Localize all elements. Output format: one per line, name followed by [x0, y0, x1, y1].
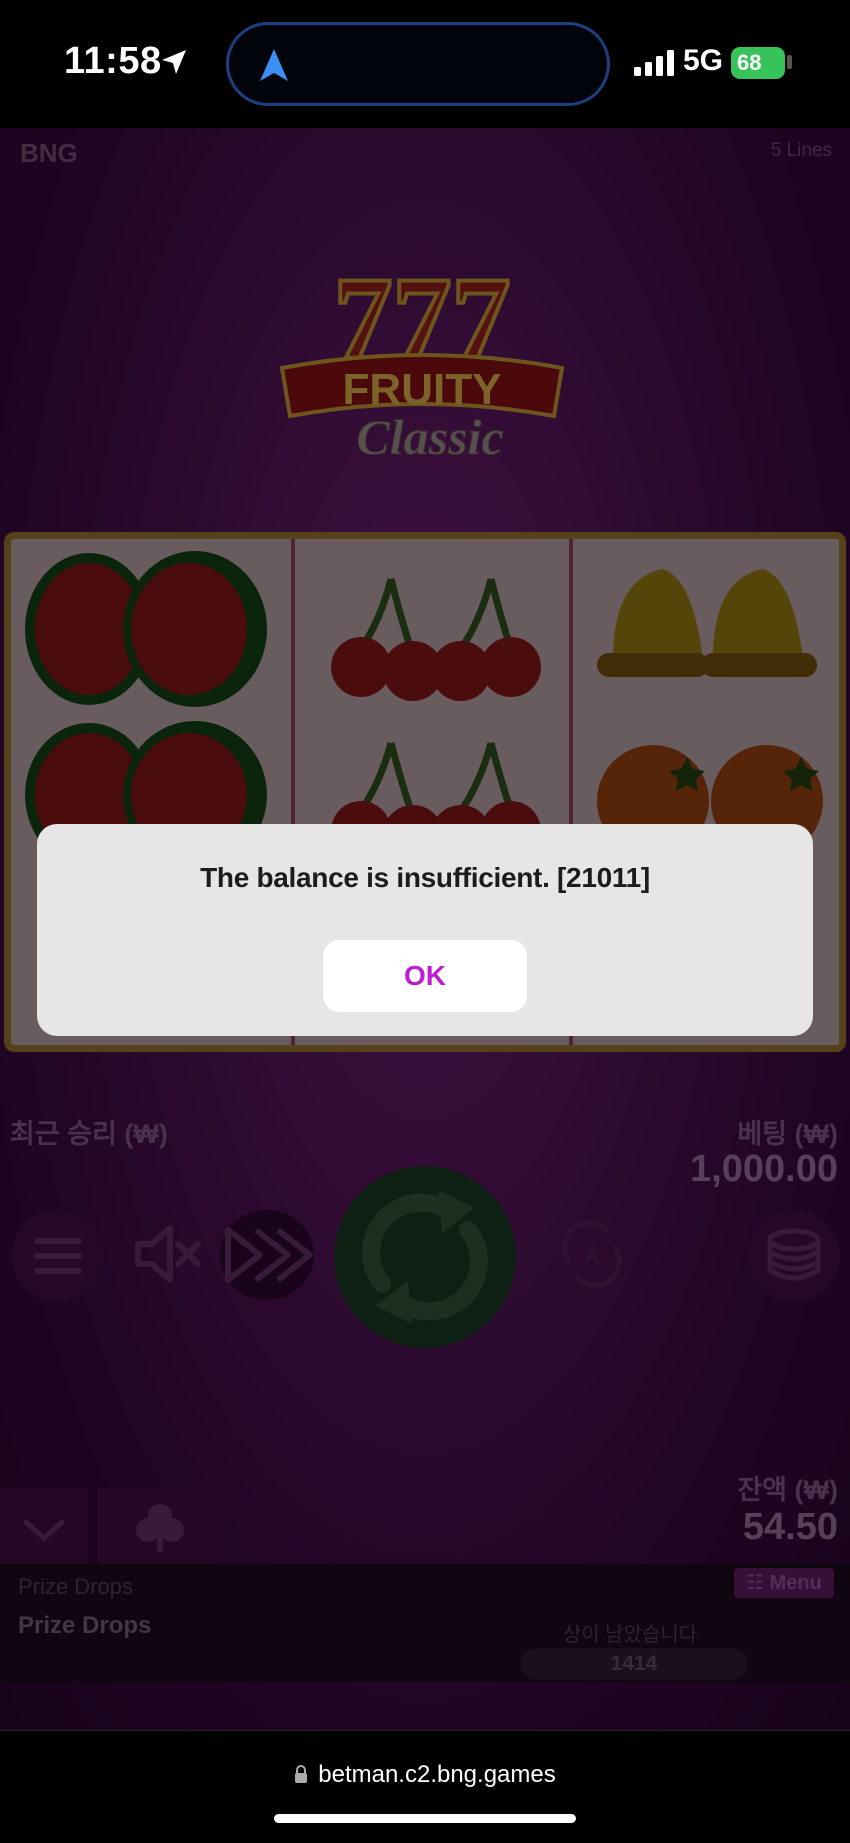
clock: 11:58 — [64, 40, 162, 82]
home-indicator — [274, 1814, 576, 1823]
status-bar: 11:58 5G 68 — [0, 0, 850, 128]
battery-tip — [787, 55, 792, 69]
browser-address-bar[interactable]: betman.c2.bng.games — [0, 1730, 850, 1843]
dynamic-island — [226, 22, 610, 106]
insufficient-balance-dialog: The balance is insufficient. [21011] OK — [37, 824, 813, 1036]
url-text: betman.c2.bng.games — [318, 1761, 556, 1788]
dialog-message: The balance is insufficient. [21011] — [200, 862, 650, 893]
battery-level: 68 — [737, 50, 762, 75]
lock-icon — [295, 1765, 308, 1783]
battery-indicator: 68 — [731, 47, 785, 79]
cellular-signal-icon — [634, 50, 674, 76]
ok-button[interactable]: OK — [323, 940, 527, 1012]
navigation-arrow-icon — [260, 49, 288, 81]
url-container[interactable]: betman.c2.bng.games — [0, 1761, 850, 1789]
location-arrow-icon — [162, 50, 186, 74]
network-type: 5G — [683, 44, 724, 77]
